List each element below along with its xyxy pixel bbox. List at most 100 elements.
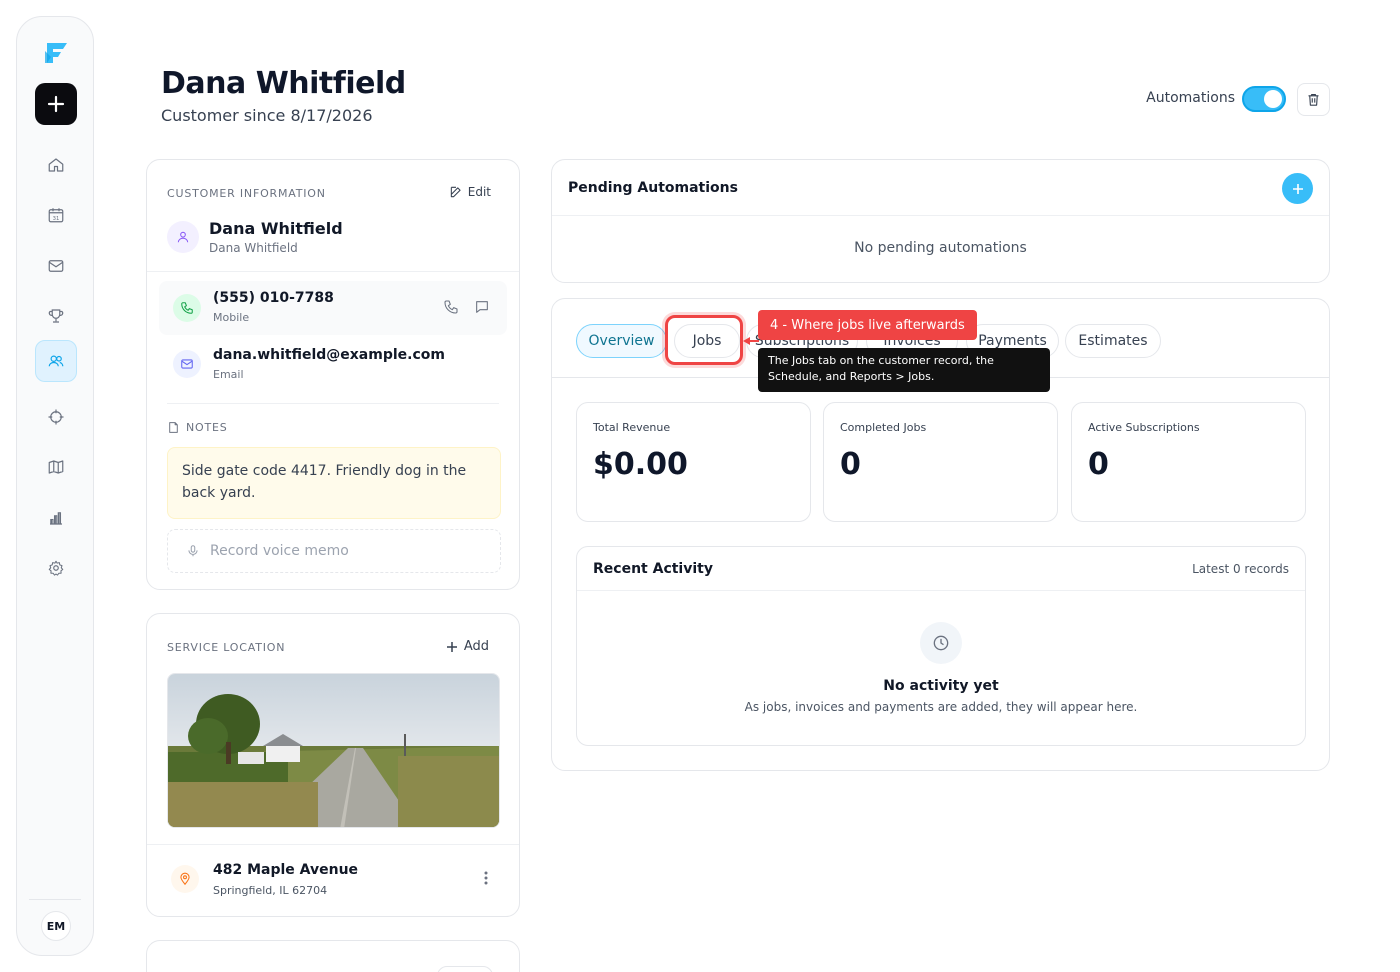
recent-activity-title: Recent Activity <box>593 561 713 577</box>
recent-activity-empty-text: As jobs, invoices and payments are added… <box>744 700 1138 714</box>
notes-text[interactable]: Side gate code 4417. Friendly dog in the… <box>167 447 501 519</box>
stat-label: Active Subscriptions <box>1088 421 1200 434</box>
customer-name: Dana Whitfield <box>209 219 343 238</box>
recent-activity-count: Latest 0 records <box>1192 562 1289 576</box>
plus-icon <box>1292 183 1303 194</box>
phone-icon <box>173 294 201 322</box>
stat-value: $0.00 <box>593 447 688 482</box>
delete-customer-button[interactable] <box>1297 83 1330 116</box>
map-icon <box>48 460 64 474</box>
call-button[interactable] <box>443 299 459 319</box>
notes-heading: NOTES <box>167 421 228 434</box>
plus-icon <box>446 641 457 652</box>
tutorial-step-label: 4 - Where jobs live afterwards <box>758 310 977 340</box>
phone-type: Mobile <box>213 311 250 324</box>
add-location-button[interactable]: Add <box>446 639 489 654</box>
user-avatar[interactable]: EM <box>41 911 71 941</box>
note-icon <box>169 422 178 433</box>
sidebar-divider <box>29 899 81 900</box>
stat-total-revenue: Total Revenue $0.00 <box>576 402 811 522</box>
tutorial-tooltip: The Jobs tab on the customer record, the… <box>758 348 1050 392</box>
calendar-icon: 31 <box>48 208 64 223</box>
email-icon <box>173 350 201 378</box>
nav-calendar[interactable]: 31 <box>35 194 77 236</box>
nav-mail[interactable] <box>35 245 77 287</box>
pending-automations-title: Pending Automations <box>568 180 738 196</box>
gear-icon <box>48 560 64 576</box>
add-label: Add <box>463 639 489 654</box>
street-view-photo <box>168 674 499 827</box>
email-type: Email <box>213 368 244 381</box>
sidebar: 31 EM <box>16 16 94 956</box>
additional-card <box>146 940 520 972</box>
person-icon <box>167 221 199 253</box>
pending-automations-empty: No pending automations <box>854 240 1027 256</box>
recent-activity-panel: Recent Activity Latest 0 records No acti… <box>576 546 1306 746</box>
more-vertical-icon <box>484 871 488 885</box>
toggle-knob <box>1264 90 1282 108</box>
street-view-image[interactable] <box>167 673 500 828</box>
jobs-tab-highlight <box>665 315 743 365</box>
stat-completed-jobs: Completed Jobs 0 <box>823 402 1058 522</box>
add-automation-button[interactable] <box>1282 173 1313 204</box>
home-icon <box>48 158 64 172</box>
mail-icon <box>48 260 64 272</box>
nav-target[interactable] <box>35 396 77 438</box>
stat-label: Completed Jobs <box>840 421 927 434</box>
phone-row[interactable]: (555) 010-7788 Mobile <box>159 281 507 335</box>
pending-automations-card: Pending Automations No pending automatio… <box>551 159 1330 283</box>
nav-settings[interactable] <box>35 547 77 589</box>
record-voice-memo-button[interactable]: Record voice memo <box>167 529 501 573</box>
message-button[interactable] <box>474 299 490 319</box>
location-city: Springfield, IL 62704 <box>213 884 328 897</box>
location-pin-icon <box>171 865 199 893</box>
message-icon <box>476 301 488 313</box>
phone-number: (555) 010-7788 <box>213 290 334 306</box>
create-new-button[interactable] <box>35 83 77 125</box>
voice-memo-label: Record voice memo <box>210 543 349 559</box>
divider <box>147 844 519 845</box>
service-location-card: SERVICE LOCATION Add 482 Maple Avenue Sp… <box>146 613 520 917</box>
customer-info-card: CUSTOMER INFORMATION Edit Dana Whitfield… <box>146 159 520 590</box>
trophy-icon <box>48 309 64 323</box>
automations-toggle[interactable] <box>1242 86 1286 112</box>
page-subtitle: Customer since 8/17/2026 <box>161 106 373 125</box>
tab-estimates[interactable]: Estimates <box>1065 324 1161 358</box>
tab-overview[interactable]: Overview <box>576 324 667 358</box>
card-action-button[interactable] <box>437 966 493 972</box>
app-logo[interactable] <box>41 37 71 67</box>
notes-label: NOTES <box>186 421 228 434</box>
email-address[interactable]: dana.whitfield@example.com <box>213 347 445 363</box>
target-icon <box>48 409 64 425</box>
nav-map[interactable] <box>35 446 77 488</box>
stat-value: 0 <box>840 447 861 482</box>
edit-button[interactable]: Edit <box>449 185 491 199</box>
nav-trophy[interactable] <box>35 295 77 337</box>
service-location-heading: SERVICE LOCATION <box>167 641 286 654</box>
microphone-icon <box>188 545 198 557</box>
call-icon <box>444 300 458 314</box>
divider <box>577 590 1305 591</box>
location-address: 482 Maple Avenue <box>213 862 359 878</box>
divider <box>552 215 1329 216</box>
trash-icon <box>1308 93 1319 106</box>
customer-name-sub: Dana Whitfield <box>209 241 298 255</box>
automations-label: Automations <box>1146 90 1235 106</box>
edit-icon <box>450 186 461 198</box>
callout-arrow-icon <box>743 337 759 345</box>
nav-home[interactable] <box>35 144 77 186</box>
bar-chart-icon <box>50 512 62 525</box>
nav-reports[interactable] <box>35 497 77 539</box>
stat-label: Total Revenue <box>593 421 671 434</box>
recent-activity-empty-title: No activity yet <box>883 678 999 694</box>
customer-info-heading: CUSTOMER INFORMATION <box>167 187 326 200</box>
plus-icon <box>47 95 65 113</box>
nav-customers[interactable] <box>35 340 77 382</box>
divider <box>147 271 519 272</box>
svg-text:31: 31 <box>53 216 60 222</box>
stat-active-subscriptions: Active Subscriptions 0 <box>1071 402 1306 522</box>
edit-label: Edit <box>467 185 491 199</box>
location-menu-button[interactable] <box>483 870 489 890</box>
clock-icon <box>920 622 962 664</box>
divider <box>167 403 499 404</box>
